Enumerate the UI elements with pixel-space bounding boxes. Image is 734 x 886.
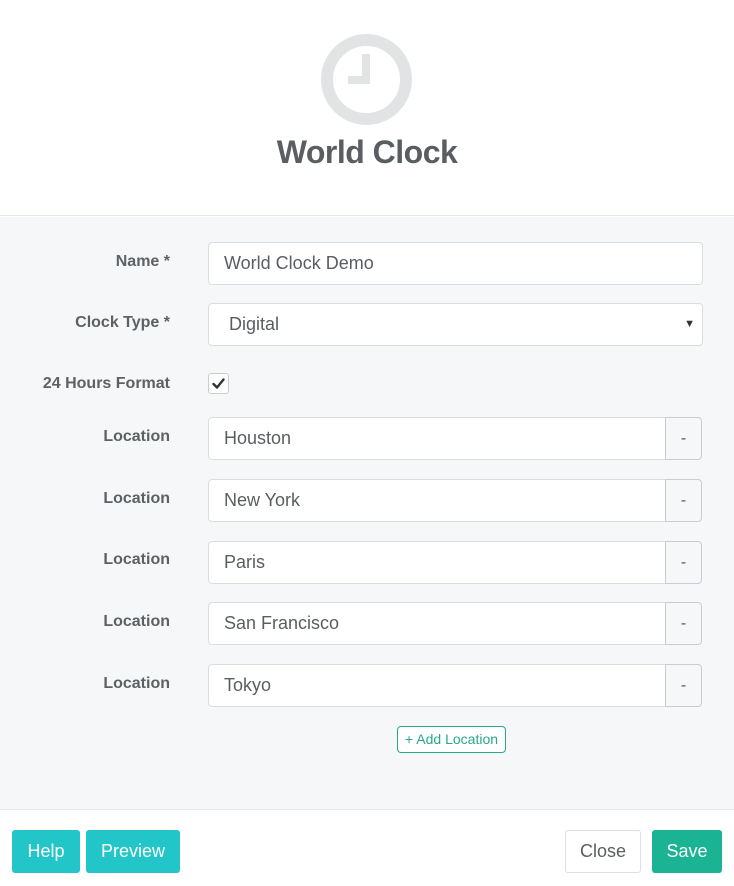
preview-button[interactable]: Preview	[86, 830, 180, 873]
widget-footer: Help Preview Close Save	[0, 809, 734, 886]
hours-format-label: 24 Hours Format	[42, 375, 170, 392]
location-input[interactable]: Tokyo	[208, 664, 666, 707]
clock-icon	[321, 34, 412, 125]
save-button[interactable]: Save	[652, 830, 722, 873]
close-button[interactable]: Close	[565, 830, 641, 873]
location-row: Tokyo -	[208, 664, 702, 707]
location-row: San Francisco -	[208, 602, 702, 645]
location-input[interactable]: New York	[208, 479, 666, 522]
remove-location-button[interactable]: -	[665, 664, 702, 707]
location-label: Location	[103, 490, 170, 507]
name-input[interactable]: World Clock Demo	[208, 242, 703, 285]
name-label: Name *	[115, 253, 170, 270]
clock-type-selected-value: Digital	[229, 314, 280, 334]
hours-format-checkbox[interactable]	[208, 373, 229, 394]
location-row: Houston -	[208, 417, 702, 460]
checkmark-icon	[212, 378, 225, 389]
page-title: World Clock	[276, 134, 458, 170]
location-label: Location	[103, 551, 170, 568]
clock-type-select[interactable]: Digital ▼	[208, 303, 703, 346]
help-button[interactable]: Help	[12, 830, 80, 873]
location-row: New York -	[208, 479, 702, 522]
remove-location-button[interactable]: -	[665, 541, 702, 584]
remove-location-button[interactable]: -	[665, 602, 702, 645]
remove-location-button[interactable]: -	[665, 417, 702, 460]
add-location-button[interactable]: + Add Location	[397, 726, 507, 753]
widget-header: World Clock	[0, 0, 734, 216]
caret-down-icon: ▼	[684, 318, 695, 330]
location-input[interactable]: San Francisco	[208, 602, 666, 645]
location-label: Location	[103, 675, 170, 692]
location-input[interactable]: Houston	[208, 417, 666, 460]
location-label: Location	[103, 428, 170, 445]
clock-type-label: Clock Type *	[75, 314, 170, 331]
location-input[interactable]: Paris	[208, 541, 666, 584]
location-row: Paris -	[208, 541, 702, 584]
location-label: Location	[103, 613, 170, 630]
remove-location-button[interactable]: -	[665, 479, 702, 522]
form-body: Name * World Clock Demo Clock Type * Dig…	[0, 217, 734, 809]
